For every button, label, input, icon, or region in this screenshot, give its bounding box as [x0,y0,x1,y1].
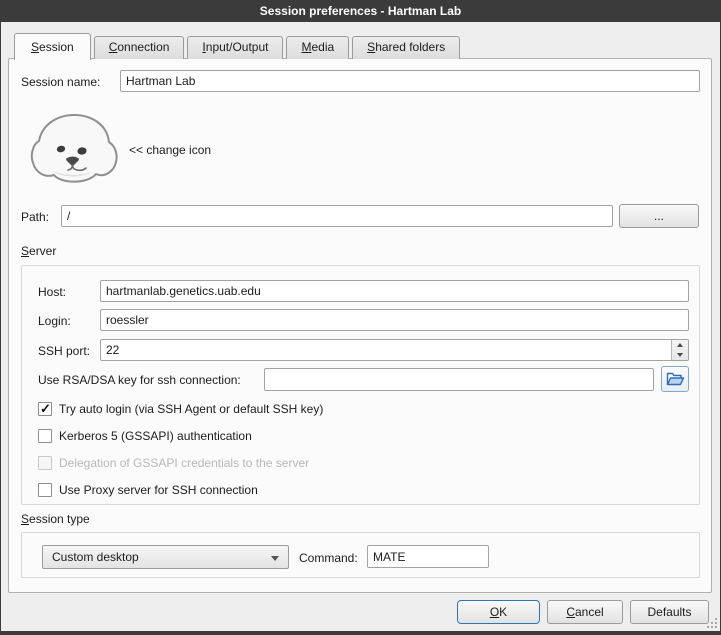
checkbox-gssapi-delegation: Delegation of GSSAPI credentials to the … [38,455,309,471]
tab-bar: Session Connection Input/Output Media Sh… [14,33,463,59]
session-name-input[interactable] [120,70,700,92]
checkbox-box[interactable] [38,429,52,443]
checkbox-box [38,456,52,470]
dialog-body: Session name: << change icon Path: ... [1,22,720,631]
server-group: Host: Login: SSH port: Use RSA/DSA key f… [21,265,700,505]
folder-open-icon [666,371,685,387]
session-type-selected-value: Custom desktop [52,550,139,564]
checkbox-box[interactable] [38,483,52,497]
browse-path-button[interactable]: ... [619,204,699,228]
command-label: Command: [299,551,358,565]
session-type-select[interactable]: Custom desktop [42,545,289,569]
tab-connection[interactable]: Connection [94,36,185,59]
checkbox-try-auto-login[interactable]: Try auto login (via SSH Agent or default… [38,401,323,417]
ssh-port-input[interactable] [100,339,689,361]
tab-shared-folders[interactable]: Shared folders [352,36,460,59]
rsa-key-label: Use RSA/DSA key for ssh connection: [38,373,241,387]
tab-page-session: Session name: << change icon Path: ... [8,58,712,593]
checkbox-label: Use Proxy server for SSH connection [59,483,258,497]
spin-down-button[interactable] [672,350,688,360]
command-input[interactable] [367,545,489,568]
checkbox-label: Kerberos 5 (GSSAPI) authentication [59,429,252,443]
tab-media[interactable]: Media [286,36,349,59]
change-icon-hint: << change icon [129,143,211,157]
chevron-down-icon [271,556,279,561]
spin-buttons [671,340,688,360]
checkbox-label: Delegation of GSSAPI credentials to the … [59,456,309,470]
path-label: Path: [21,210,49,224]
ok-button[interactable]: OK [457,600,540,624]
defaults-button[interactable]: Defaults [630,600,709,624]
session-preferences-dialog: Session preferences - Hartman Lab Sessio… [0,0,721,635]
seal-icon [32,115,117,182]
arrow-up-icon [677,343,683,347]
checkbox-label: Try auto login (via SSH Agent or default… [59,402,323,416]
session-name-label: Session name: [21,75,100,89]
checkbox-box[interactable] [38,402,52,416]
rsa-key-input[interactable] [264,368,654,391]
host-label: Host: [38,285,66,299]
session-icon[interactable] [29,111,119,190]
checkbox-proxy-server[interactable]: Use Proxy server for SSH connection [38,482,258,498]
session-type-group: Custom desktop Command: [21,532,700,578]
spin-up-button[interactable] [672,340,688,350]
server-group-label: Server [21,244,56,258]
login-input[interactable] [100,309,689,331]
window-titlebar[interactable]: Session preferences - Hartman Lab [0,0,721,22]
tab-input-output[interactable]: Input/Output [187,36,283,59]
checkbox-kerberos[interactable]: Kerberos 5 (GSSAPI) authentication [38,428,252,444]
browse-key-button[interactable] [661,366,689,392]
cancel-button[interactable]: Cancel [547,600,623,624]
ssh-port-spinbox [100,339,689,361]
ssh-port-label: SSH port: [38,344,90,358]
tab-session[interactable]: Session [14,33,91,60]
login-label: Login: [38,314,71,328]
path-input[interactable] [61,205,613,227]
window-title: Session preferences - Hartman Lab [260,4,461,18]
host-input[interactable] [100,280,689,302]
resize-grip[interactable] [706,617,718,629]
session-type-group-label: Session type [21,512,90,526]
arrow-down-icon [677,353,683,357]
